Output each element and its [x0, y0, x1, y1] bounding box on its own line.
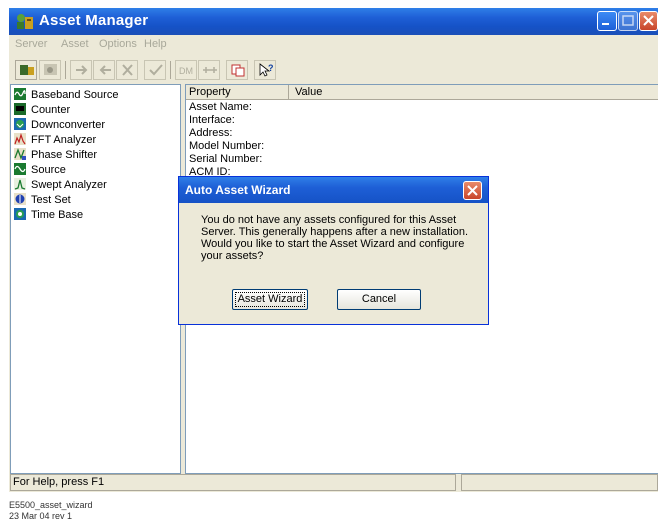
- asset-type-tree: Baseband Source Counter Downconverter FF…: [10, 84, 181, 474]
- menu-bar: Server Asset Options Help: [9, 35, 658, 55]
- cancel-button[interactable]: Cancel: [337, 289, 421, 310]
- verify-button[interactable]: [144, 60, 166, 80]
- arrow-right-icon: [76, 65, 88, 75]
- menu-asset[interactable]: Asset: [61, 38, 89, 50]
- copy-button[interactable]: [226, 60, 248, 80]
- add-asset-icon: [20, 65, 34, 75]
- minimize-button[interactable]: [597, 11, 617, 31]
- figure-caption-date: 23 Mar 04 rev 1: [9, 511, 73, 521]
- tree-item-label: Source: [31, 164, 66, 176]
- phase-shifter-icon: [14, 148, 26, 160]
- tree-item-label: FFT Analyzer: [31, 134, 97, 146]
- swept-analyzer-icon: [14, 178, 26, 190]
- delete-icon: [122, 64, 133, 76]
- config-icon: [44, 64, 57, 75]
- close-icon: [467, 185, 478, 196]
- context-help-button[interactable]: ?: [254, 60, 276, 80]
- svg-text:DM: DM: [179, 66, 193, 76]
- column-header-value[interactable]: Value: [289, 85, 658, 100]
- close-button[interactable]: [639, 11, 658, 31]
- tree-item-label: Time Base: [31, 209, 84, 221]
- tree-item-time-base[interactable]: Time Base: [14, 208, 83, 224]
- delete-button[interactable]: [116, 60, 138, 80]
- title-bar[interactable]: Asset Manager: [9, 8, 658, 35]
- back-button[interactable]: [93, 60, 115, 80]
- toolbar: DM ?: [9, 57, 658, 83]
- connector-icon: [203, 67, 217, 73]
- toolbar-separator: [170, 61, 171, 79]
- tree-item-source[interactable]: Source: [14, 163, 66, 179]
- toolbar-separator: [65, 61, 66, 79]
- dm-button[interactable]: DM: [175, 60, 197, 80]
- tree-item-label: Downconverter: [31, 119, 105, 131]
- tree-item-label: Baseband Source: [31, 89, 119, 101]
- tree-item-label: Test Set: [31, 194, 71, 206]
- forward-button[interactable]: [70, 60, 92, 80]
- checkmark-icon: [149, 64, 163, 76]
- copy-icon: [231, 64, 245, 77]
- asset-manager-icon: [17, 14, 33, 29]
- menu-server[interactable]: Server: [15, 38, 47, 50]
- minimize-icon: [602, 23, 609, 25]
- menu-help[interactable]: Help: [144, 38, 167, 50]
- asset-config-button[interactable]: [39, 60, 61, 80]
- menu-options[interactable]: Options: [99, 38, 137, 50]
- column-header-property[interactable]: Property: [186, 85, 289, 100]
- tree-item-label: Phase Shifter: [31, 149, 98, 161]
- property-row: Address:: [189, 127, 233, 139]
- close-icon: [643, 15, 654, 26]
- dialog-title: Auto Asset Wizard: [185, 183, 291, 197]
- auto-asset-wizard-dialog: Auto Asset Wizard You do not have any as…: [178, 176, 489, 325]
- time-base-icon: [14, 208, 26, 220]
- tree-item-counter[interactable]: Counter: [14, 103, 70, 119]
- dialog-title-bar[interactable]: Auto Asset Wizard: [179, 177, 488, 203]
- tree-item-test-set[interactable]: Test Set: [14, 193, 71, 209]
- figure-caption-name: E5500_asset_wizard: [9, 500, 93, 510]
- downconverter-icon: [14, 118, 26, 130]
- connect-button[interactable]: [198, 60, 220, 80]
- status-text: For Help, press F1: [10, 474, 456, 491]
- svg-text:?: ?: [268, 63, 274, 73]
- property-row: Model Number:: [189, 140, 265, 152]
- status-panel: [461, 474, 658, 491]
- source-icon: [14, 163, 26, 175]
- arrow-left-icon: [99, 65, 111, 75]
- test-set-icon: [14, 193, 26, 205]
- fft-analyzer-icon: [14, 133, 26, 145]
- property-row: Serial Number:: [189, 153, 263, 165]
- property-row: Asset Name:: [189, 101, 252, 113]
- tree-item-phase-shifter[interactable]: Phase Shifter: [14, 148, 97, 164]
- tree-item-downconverter[interactable]: Downconverter: [14, 118, 105, 134]
- maximize-icon: [622, 15, 634, 26]
- tree-item-label: Swept Analyzer: [31, 179, 107, 191]
- help-pointer-icon: ?: [259, 63, 274, 77]
- counter-icon: [14, 103, 26, 115]
- dialog-message: You do not have any assets configured fo…: [201, 214, 469, 262]
- tree-item-baseband-source[interactable]: Baseband Source: [14, 88, 118, 104]
- tree-item-label: Counter: [31, 104, 71, 116]
- asset-wizard-button[interactable]: Asset Wizard: [232, 289, 308, 310]
- dialog-close-button[interactable]: [463, 181, 482, 200]
- status-bar: For Help, press F1: [9, 474, 658, 492]
- tree-item-swept-analyzer[interactable]: Swept Analyzer: [14, 178, 107, 194]
- window-title: Asset Manager: [39, 12, 149, 29]
- tree-item-fft-analyzer[interactable]: FFT Analyzer: [14, 133, 96, 149]
- waveform-icon: [14, 88, 26, 100]
- property-row: Interface:: [189, 114, 235, 126]
- dm-icon: DM: [179, 66, 193, 76]
- maximize-button[interactable]: [618, 11, 638, 31]
- add-asset-button[interactable]: [15, 60, 37, 80]
